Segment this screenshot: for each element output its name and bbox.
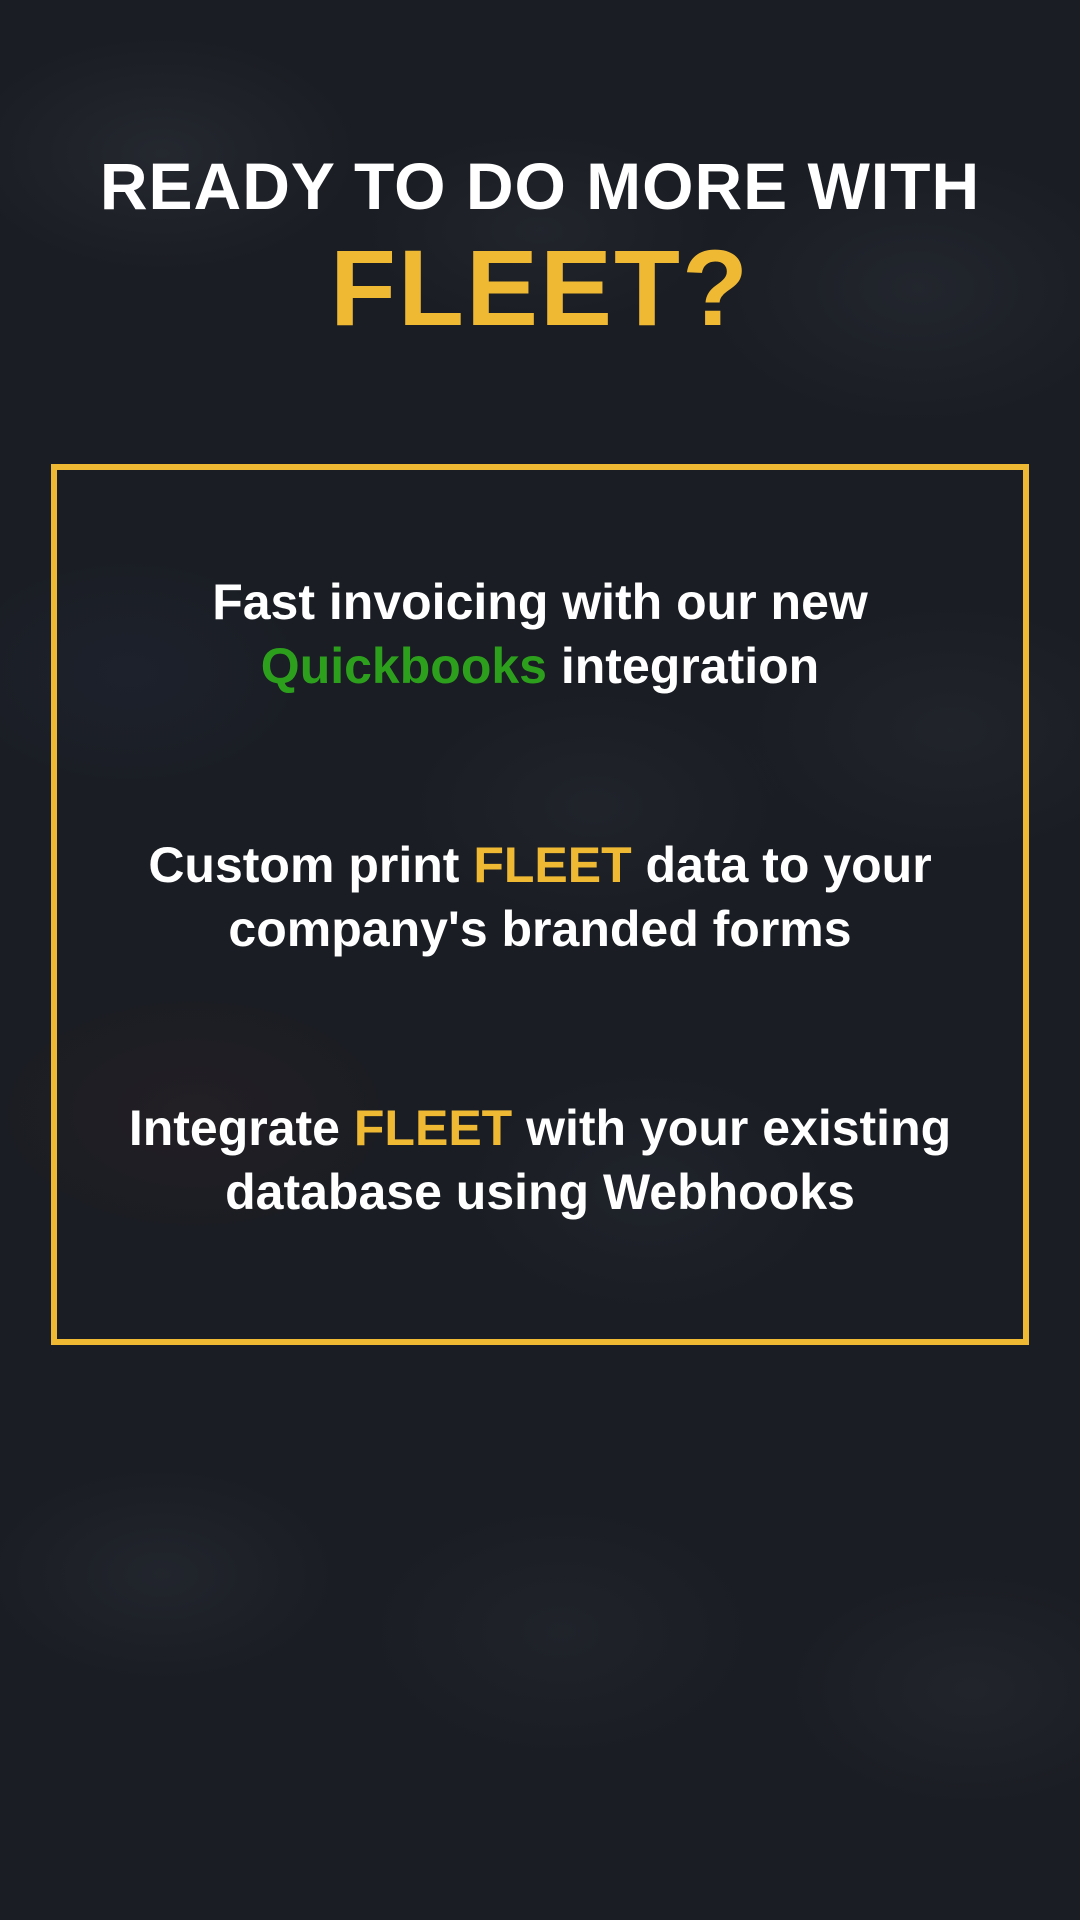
- headline-block: READY TO DO MORE WITH FLEET?: [100, 150, 980, 344]
- feature-highlight-quickbooks: Quickbooks: [261, 638, 547, 694]
- feature-text-pre: Integrate: [129, 1100, 354, 1156]
- feature-text-pre: Custom print: [148, 837, 473, 893]
- feature-item-invoicing: Fast invoicing with our new Quickbooks i…: [117, 570, 963, 698]
- headline-line-1: READY TO DO MORE WITH: [100, 150, 980, 223]
- feature-item-print: Custom print FLEET data to your company'…: [117, 833, 963, 961]
- feature-highlight-fleet: FLEET: [473, 837, 631, 893]
- feature-item-integrate: Integrate FLEET with your existing datab…: [117, 1096, 963, 1224]
- feature-highlight-fleet: FLEET: [354, 1100, 512, 1156]
- main-content: READY TO DO MORE WITH FLEET? Fast invoic…: [0, 0, 1080, 1920]
- feature-text-post: integration: [547, 638, 819, 694]
- feature-text-pre: Fast invoicing with our new: [212, 574, 868, 630]
- feature-box: Fast invoicing with our new Quickbooks i…: [51, 464, 1029, 1345]
- headline-line-2: FLEET?: [100, 231, 980, 344]
